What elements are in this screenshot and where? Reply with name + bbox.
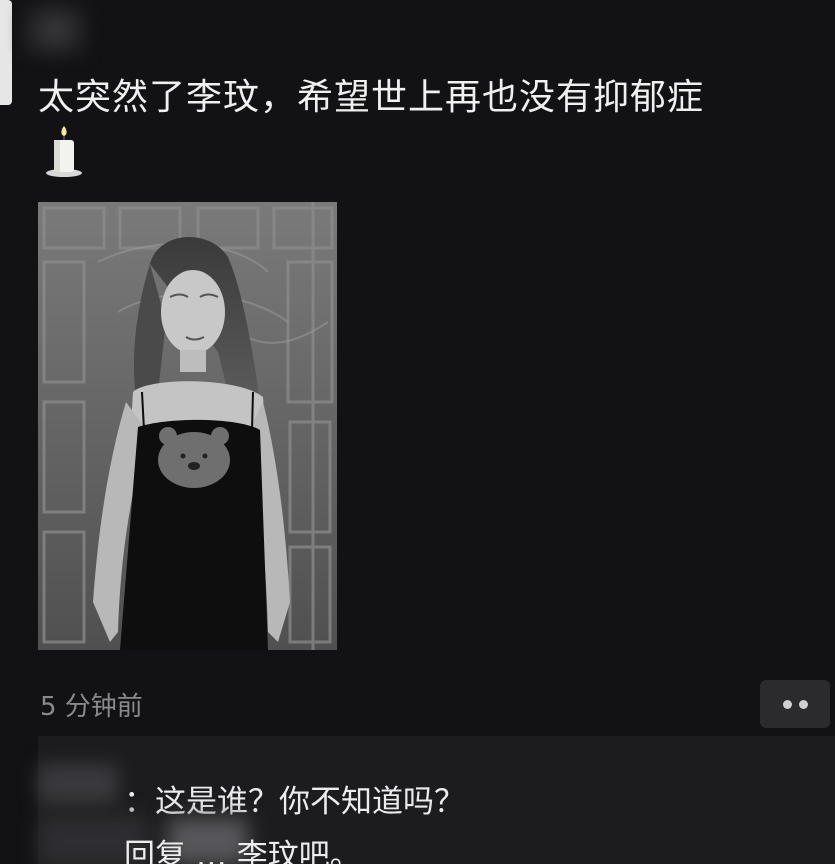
moments-screen: 太突然了李玟，希望世上再也没有抑郁症 5 分钟前 ：这是谁？你不知道吗？ 回复 … xyxy=(0,0,835,864)
portrait-image xyxy=(38,202,337,650)
post-photo[interactable] xyxy=(38,202,337,650)
post-timestamp: 5 分钟前 xyxy=(40,692,143,722)
more-options-button[interactable] xyxy=(760,680,830,728)
avatar[interactable] xyxy=(20,0,90,60)
comments-section: ：这是谁？你不知道吗？ 回复 … 李玟吧。 xyxy=(38,736,835,864)
scroll-edge xyxy=(0,0,12,105)
comment-item[interactable]: 回复 … 李玟吧。 xyxy=(124,830,361,864)
candle-icon xyxy=(46,126,82,177)
post-text: 太突然了李玟，希望世上再也没有抑郁症 xyxy=(38,77,705,118)
commenter-name[interactable] xyxy=(38,764,118,804)
more-dots-icon xyxy=(799,700,808,709)
bear-sticker-icon xyxy=(158,427,230,488)
more-dots-icon xyxy=(783,700,792,709)
comment-item[interactable]: ：这是谁？你不知道吗？ xyxy=(124,776,465,821)
